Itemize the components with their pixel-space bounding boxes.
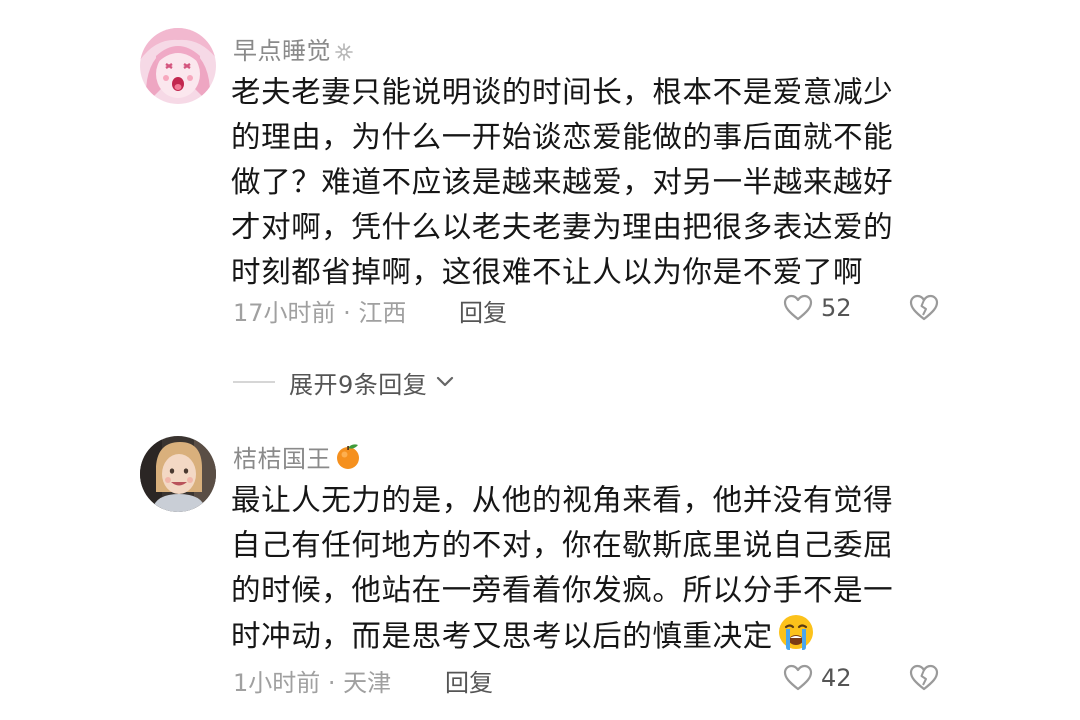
broken-heart-icon [909,664,939,691]
username[interactable]: 桔桔国王 [233,439,362,476]
like-button[interactable]: 42 [783,660,852,696]
reply-button[interactable]: 回复 [445,663,493,698]
username-text: 桔桔国王 [233,445,331,473]
chevron-down-icon [437,376,454,387]
broken-heart-icon [909,294,939,321]
dislike-button[interactable] [909,294,939,328]
crying-face-emoji [777,613,815,664]
comment-line: 自己有任何地方的不对，你在歇斯底里说自己委屈 [231,528,894,562]
comment-line: 时刻都省掉啊，这很难不让人以为你是不爱了啊 [231,255,864,289]
username[interactable]: 早点睡觉 [233,31,354,68]
expand-replies-button[interactable]: 展开9条回复 [233,362,455,402]
comment-text: 最让人无力的是，从他的视角来看，他并没有觉得 自己有任何地方的不对，你在歇斯底里… [231,478,943,664]
avatar[interactable] [140,436,216,512]
heart-icon [783,294,813,321]
comment-line-with-emoji: 时冲动，而是思考又思考以后的慎重决定 [231,613,943,664]
dislike-button[interactable] [909,664,939,698]
reply-button[interactable]: 回复 [459,293,507,328]
divider [233,381,275,383]
comment-line: 时冲动，而是思考又思考以后的慎重决定 [231,619,773,653]
heart-icon [783,664,813,691]
comment-text: 老夫老妻只能说明谈的时间长，根本不是爱意减少 的理由，为什么一开始谈恋爱能做的事… [231,70,943,295]
timestamp-location: 17小时前 · 江西 [233,299,407,327]
comment-meta: 1小时前 · 天津 回复 42 [233,660,953,698]
username-text: 早点睡觉 [233,37,331,65]
timestamp-location: 1小时前 · 天津 [233,669,392,697]
comment-line: 的时候，他站在一旁看着你发疯。所以分手不是一 [231,573,894,607]
comment-line: 老夫老妻只能说明谈的时间长，根本不是爱意减少 [231,75,894,109]
comment-line: 的理由，为什么一开始谈恋爱能做的事后面就不能 [231,120,894,154]
expand-replies-label: 展开9条回复 [289,370,428,399]
comment-line: 才对啊，凭什么以老夫老妻为理由把很多表达爱的 [231,210,894,244]
like-button[interactable]: 52 [783,290,852,326]
comment-thread: 早点睡觉 老夫老妻只能说明谈的时间长，根本不是爱意减少 的理由，为什么一开始谈恋… [0,0,1080,720]
comment-meta: 17小时前 · 江西 回复 52 [233,290,953,328]
tangerine-icon [334,442,362,476]
comment-line: 最让人无力的是，从他的视角来看，他并没有觉得 [231,483,894,517]
like-count: 42 [821,664,852,692]
sparkle-badge-icon [334,40,354,68]
comment-line: 做了？难道不应该是越来越爱，对另一半越来越好 [231,165,894,199]
like-count: 52 [821,294,852,322]
avatar[interactable] [140,28,216,104]
